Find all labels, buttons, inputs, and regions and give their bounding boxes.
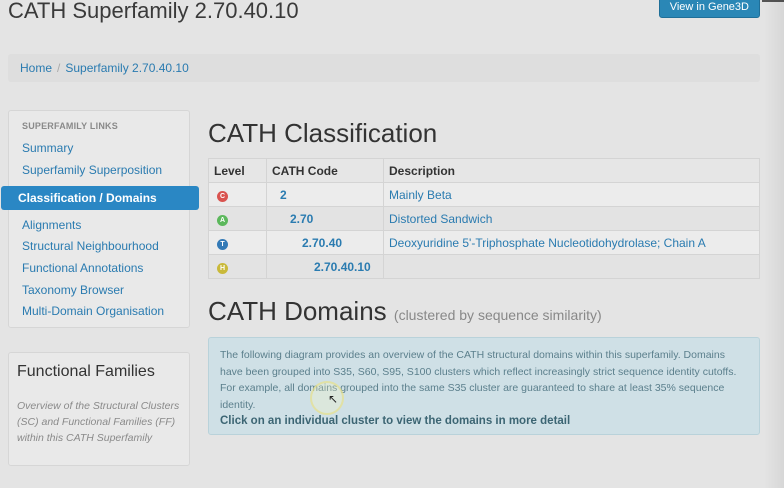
column-header-cath-code: CATH Code xyxy=(266,158,384,183)
cath-code-cell: 2.70.40 xyxy=(266,230,384,255)
cath-code-link[interactable]: 2.70 xyxy=(272,212,313,226)
sidebar-item-alignments[interactable]: Alignments xyxy=(22,218,81,232)
domains-info-alert: The following diagram provides an overvi… xyxy=(208,337,760,435)
level-cell: H xyxy=(208,254,267,279)
description-cell xyxy=(383,254,760,279)
description-cell: Mainly Beta xyxy=(383,182,760,207)
table-row: T 2.70.40 Deoxyuridine 5'-Triphosphate N… xyxy=(208,230,760,255)
page-edge-shadow xyxy=(764,0,784,488)
architecture-level-icon: A xyxy=(217,215,228,226)
description-cell: Deoxyuridine 5'-Triphosphate Nucleotidoh… xyxy=(383,230,760,255)
classification-heading: CATH Classification xyxy=(208,118,438,148)
domains-subheading: (clustered by sequence similarity) xyxy=(393,307,602,323)
class-level-icon: C xyxy=(217,191,228,202)
cath-code-link[interactable]: 2 xyxy=(272,188,287,202)
table-row: C 2 Mainly Beta xyxy=(208,182,760,207)
cath-code-cell: 2.70 xyxy=(266,206,384,231)
breadcrumb: Home / Superfamily 2.70.40.10 xyxy=(8,54,760,82)
domains-info-cta: Click on an individual cluster to view t… xyxy=(220,415,571,427)
level-cell: A xyxy=(208,206,267,231)
sidebar-item-multi-domain-organisation[interactable]: Multi-Domain Organisation xyxy=(22,304,164,318)
sidebar-item-classification-domains[interactable]: Classification / Domains xyxy=(1,186,199,210)
domains-info-text: The following diagram provides an overvi… xyxy=(220,349,737,411)
mouse-cursor-icon: ↖ xyxy=(328,392,339,406)
classification-table: Level CATH Code Description C 2 Mainly B… xyxy=(208,158,760,279)
sidebar-item-functional-annotations[interactable]: Functional Annotations xyxy=(22,261,143,275)
column-header-level: Level xyxy=(208,158,267,183)
sidebar-heading: SUPERFAMILY LINKS xyxy=(22,121,118,131)
functional-families-title: Functional Families xyxy=(17,363,155,380)
description-link[interactable]: Distorted Sandwich xyxy=(389,212,492,226)
topology-level-icon: T xyxy=(217,239,228,250)
breadcrumb-separator: / xyxy=(57,61,61,75)
cath-code-link[interactable]: 2.70.40 xyxy=(272,236,342,250)
functional-families-description: Overview of the Structural Clusters (SC)… xyxy=(17,400,180,444)
sidebar-item-superfamily-superposition[interactable]: Superfamily Superposition xyxy=(22,163,162,177)
sidebar-item-summary[interactable]: Summary xyxy=(22,141,73,155)
cath-code-cell: 2 xyxy=(266,182,384,207)
homology-level-icon: H xyxy=(217,263,228,274)
cath-code-cell: 2.70.40.10 xyxy=(266,254,384,279)
table-row: H 2.70.40.10 xyxy=(208,254,760,279)
breadcrumb-current-link[interactable]: Superfamily 2.70.40.10 xyxy=(65,61,188,75)
cath-code-link[interactable]: 2.70.40.10 xyxy=(272,260,371,274)
breadcrumb-home-link[interactable]: Home xyxy=(20,61,52,75)
sidebar-item-structural-neighbourhood[interactable]: Structural Neighbourhood xyxy=(22,239,159,253)
column-header-description: Description xyxy=(383,158,760,183)
view-in-gene3d-button[interactable]: View in Gene3D xyxy=(658,0,760,18)
cursor-highlight xyxy=(310,381,344,415)
domains-heading: CATH Domains (clustered by sequence simi… xyxy=(208,296,602,327)
page-title: CATH Superfamily 2.70.40.10 xyxy=(8,0,299,23)
description-link[interactable]: Deoxyuridine 5'-Triphosphate Nucleotidoh… xyxy=(389,236,706,250)
description-cell: Distorted Sandwich xyxy=(383,206,760,231)
sidebar-item-taxonomy-browser[interactable]: Taxonomy Browser xyxy=(22,283,124,297)
level-cell: C xyxy=(208,182,267,207)
superfamily-links-sidebar: SUPERFAMILY LINKS Summary Superfamily Su… xyxy=(1,110,199,328)
description-link[interactable]: Mainly Beta xyxy=(389,188,452,202)
functional-families-panel: Functional Families Overview of the Stru… xyxy=(8,352,190,466)
level-cell: T xyxy=(208,230,267,255)
domains-title: CATH Domains xyxy=(208,296,387,326)
table-row: A 2.70 Distorted Sandwich xyxy=(208,206,760,231)
